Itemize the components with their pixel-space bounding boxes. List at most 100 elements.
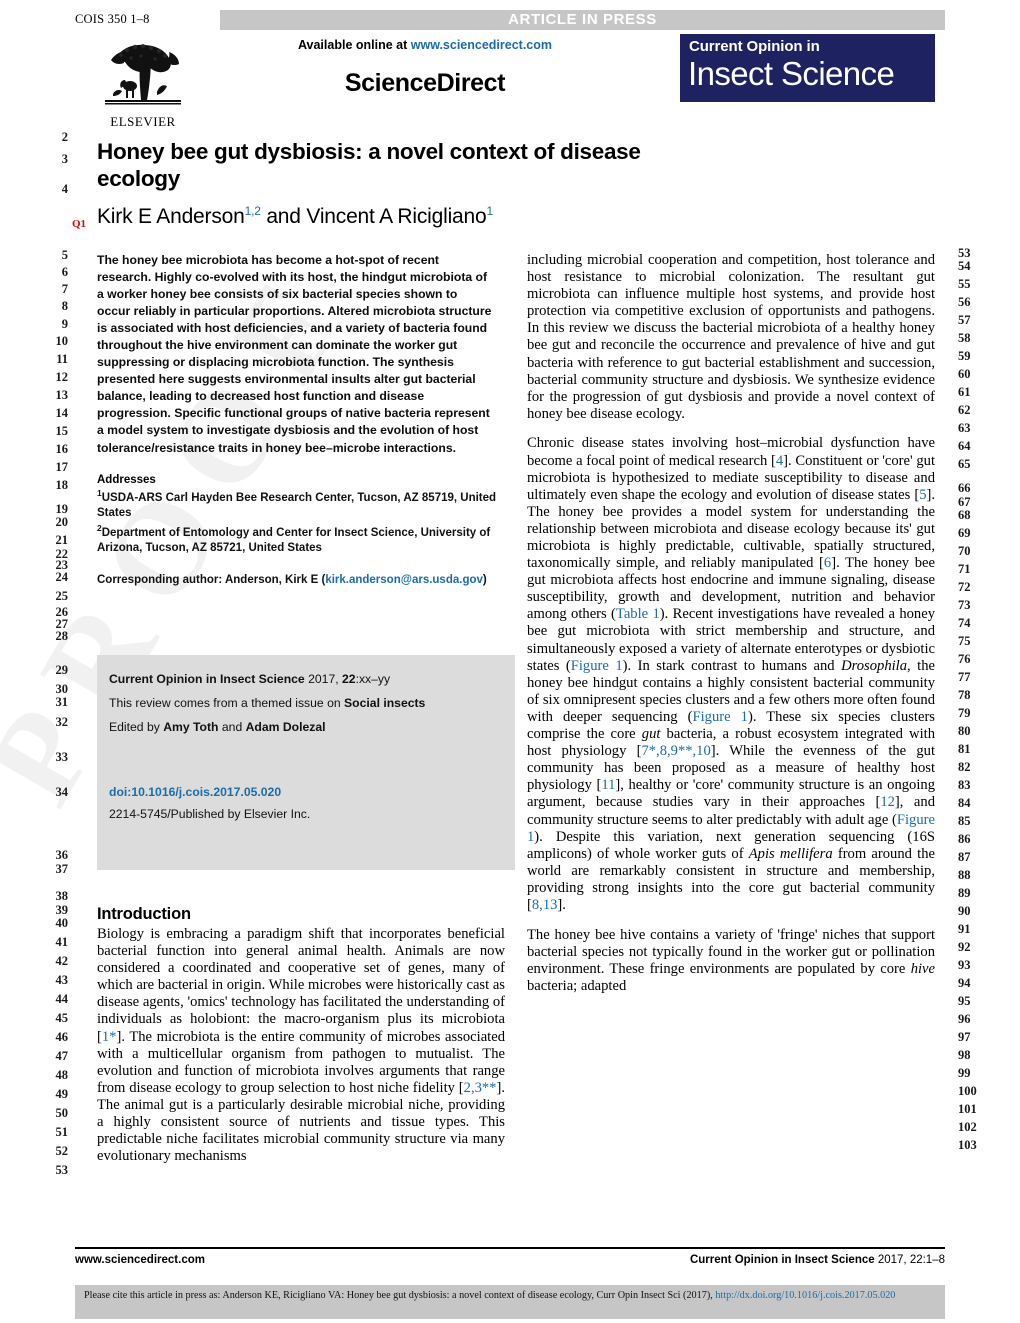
right-p3-b: bacteria; adapted bbox=[527, 977, 627, 994]
line-number: 100 bbox=[958, 1084, 977, 1098]
corresponding-author-email-link[interactable]: kirk.anderson@ars.usda.gov bbox=[325, 574, 483, 586]
line-number: 54 bbox=[958, 259, 971, 273]
line-number: 68 bbox=[958, 508, 971, 522]
right-column-body: including microbial cooperation and comp… bbox=[527, 252, 935, 995]
introduction-paragraph-1: Biology is embracing a paradigm shift th… bbox=[97, 926, 505, 1165]
line-number: 81 bbox=[958, 742, 971, 756]
editor-1: Amy Toth bbox=[163, 720, 219, 734]
right-paragraph-2: Chronic disease states involving host–mi… bbox=[527, 435, 935, 914]
line-number: 16 bbox=[55, 442, 69, 456]
line-number: 42 bbox=[55, 954, 69, 968]
line-number: 55 bbox=[958, 277, 971, 291]
edited-by-label: Edited by bbox=[109, 720, 164, 734]
introduction-heading: Introduction bbox=[97, 905, 191, 923]
line-number: 10 bbox=[55, 334, 69, 348]
elsevier-tree-icon bbox=[97, 38, 189, 110]
reference-8-13[interactable]: 8,13 bbox=[532, 897, 558, 913]
line-number: 99 bbox=[958, 1066, 971, 1080]
line-number: 93 bbox=[958, 958, 971, 972]
page-title: Honey bee gut dysbiosis: a novel context… bbox=[97, 139, 641, 191]
journal-logo-line1: Current Opinion in bbox=[689, 38, 820, 55]
journal-logo: Current Opinion in Insect Science bbox=[680, 34, 935, 102]
line-number: 52 bbox=[55, 1144, 69, 1158]
line-number: 70 bbox=[958, 544, 971, 558]
footer-website[interactable]: www.sciencedirect.com bbox=[75, 1254, 205, 1266]
line-number: 69 bbox=[958, 526, 971, 540]
line-number: 5 bbox=[61, 248, 68, 262]
line-number: 13 bbox=[55, 388, 69, 402]
footer-journal-ref: Current Opinion in Insect Science 2017, … bbox=[345, 1254, 945, 1266]
line-number: 75 bbox=[958, 634, 971, 648]
line-number: 46 bbox=[55, 1030, 69, 1044]
citation-notice-text: Please cite this article in press as: An… bbox=[75, 1285, 945, 1308]
reference-12[interactable]: 12 bbox=[880, 794, 895, 810]
journal-reference-line: Current Opinion in Insect Science 2017, … bbox=[109, 667, 501, 691]
available-online-line: Available online at www.sciencedirect.co… bbox=[225, 38, 625, 52]
article-page: PROOF COIS 350 1–8 ARTICLE IN PRESS ELSE… bbox=[0, 0, 1020, 1323]
line-number: 29 bbox=[55, 663, 69, 677]
right-p3-a: The honey bee hive contains a variety of… bbox=[527, 926, 935, 977]
line-number: 11 bbox=[56, 352, 68, 366]
table-1-link[interactable]: Table 1 bbox=[616, 606, 660, 622]
line-number: 24 bbox=[55, 570, 69, 584]
intro-text-a: Biology is embracing a paradigm shift th… bbox=[97, 926, 505, 1045]
line-number: 62 bbox=[958, 403, 971, 417]
author-2: Vincent A Ricigliano bbox=[306, 205, 487, 228]
line-number: 97 bbox=[958, 1030, 971, 1044]
line-number: 31 bbox=[55, 695, 69, 709]
author-1: Kirk E Anderson bbox=[97, 205, 245, 228]
line-number: 15 bbox=[55, 424, 69, 438]
line-number: 9 bbox=[61, 317, 68, 331]
reference-2-3[interactable]: 2,3** bbox=[464, 1080, 497, 1096]
line-number: 2 bbox=[61, 130, 68, 144]
line-number: 32 bbox=[55, 715, 69, 729]
figure-1-link-a[interactable]: Figure 1 bbox=[571, 658, 623, 674]
line-number: 89 bbox=[958, 886, 971, 900]
editors-line: Edited by Amy Toth and Adam Dolezal bbox=[109, 715, 501, 739]
introduction-body: Biology is embracing a paradigm shift th… bbox=[97, 926, 505, 1165]
line-number: 102 bbox=[958, 1120, 977, 1134]
line-numbers-right: 53 54 55 56 57 58 59 60 61 62 63 64 65 66 67 68 69 70 71 72… bbox=[958, 0, 998, 1323]
line-number: 51 bbox=[55, 1125, 69, 1139]
sciencedirect-link[interactable]: www.sciencedirect.com bbox=[411, 38, 552, 52]
line-number: 86 bbox=[958, 832, 971, 846]
intro-text-b: ]. The microbiota is the entire communit… bbox=[97, 1028, 505, 1096]
reference-1[interactable]: 1* bbox=[102, 1029, 117, 1045]
themed-issue-prefix: This review comes from a themed issue on bbox=[109, 696, 345, 710]
citation-text: Please cite this article in press as: An… bbox=[84, 1290, 716, 1301]
line-number: 63 bbox=[958, 421, 971, 435]
line-number: 28 bbox=[55, 629, 69, 643]
footer-journal-name: Current Opinion in Insect Science bbox=[689, 1254, 875, 1266]
citation-notice-box: Please cite this article in press as: An… bbox=[75, 1285, 945, 1319]
reference-7-10[interactable]: 7*,8,9**,10 bbox=[641, 743, 710, 759]
line-number: 38 bbox=[55, 889, 69, 903]
line-number: 20 bbox=[55, 515, 69, 529]
emphasis-gut: gut bbox=[641, 726, 661, 743]
line-number: 21 bbox=[55, 533, 69, 547]
line-number: 50 bbox=[55, 1106, 69, 1120]
line-number: 101 bbox=[958, 1102, 977, 1116]
line-number: 65 bbox=[958, 457, 971, 471]
line-number: 88 bbox=[958, 868, 971, 882]
masthead: ELSEVIER Available online at www.science… bbox=[75, 34, 945, 134]
available-online-label: Available online at bbox=[297, 38, 408, 52]
journal-info-box: Current Opinion in Insect Science 2017, … bbox=[97, 655, 515, 870]
doi-link[interactable]: doi:10.1016/j.cois.2017.05.020 bbox=[109, 781, 501, 803]
figure-1-link-b[interactable]: Figure 1 bbox=[693, 709, 748, 725]
line-number: 87 bbox=[958, 850, 971, 864]
footer-divider bbox=[75, 1247, 945, 1249]
query-marker-q1[interactable]: Q1 bbox=[72, 218, 86, 230]
line-number: 3 bbox=[61, 152, 68, 166]
line-number: 45 bbox=[55, 1011, 69, 1025]
line-number: 73 bbox=[958, 598, 971, 612]
introduction-section: Introduction Biology is embracing a para… bbox=[97, 905, 505, 1178]
line-number: 7 bbox=[61, 282, 68, 296]
citation-doi-link[interactable]: http://dx.doi.org/10.1016/j.cois.2017.05… bbox=[715, 1290, 895, 1301]
author-1-affiliation-marker: 1,2 bbox=[244, 204, 261, 218]
elsevier-logo: ELSEVIER bbox=[97, 38, 189, 134]
right-p2-o: ]. bbox=[557, 896, 566, 913]
reference-11[interactable]: 11 bbox=[601, 777, 615, 793]
line-number: 40 bbox=[55, 916, 69, 930]
line-number: 78 bbox=[958, 688, 971, 702]
line-number: 59 bbox=[958, 349, 971, 363]
